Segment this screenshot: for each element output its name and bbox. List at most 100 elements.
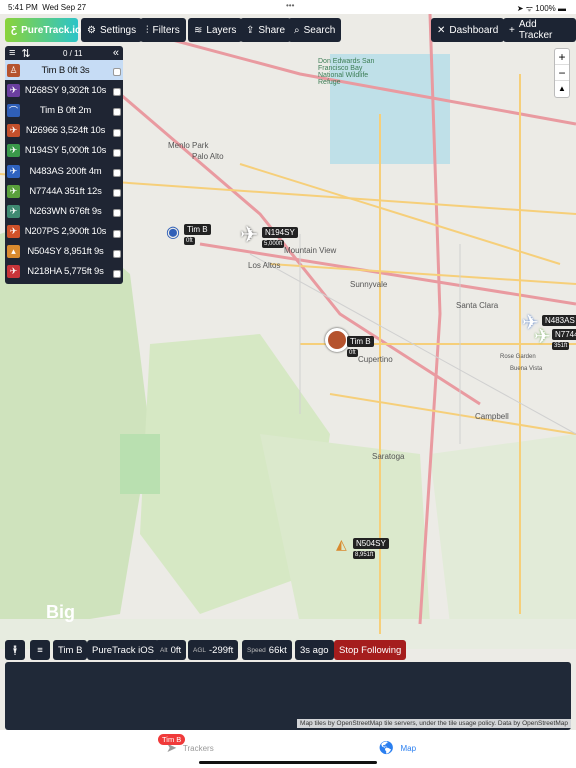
- tools-icon: ✕: [437, 24, 446, 36]
- marker-tim-b-paraglider[interactable]: ◉ Tim B 0ft: [166, 222, 211, 245]
- plane-icon: ✈: [7, 204, 20, 218]
- tracker-checkbox[interactable]: [113, 249, 121, 258]
- tracker-row[interactable]: ⌒ Tim B 0ft 2m: [5, 100, 123, 120]
- filters-button[interactable]: ⫶ Filters: [140, 18, 186, 42]
- zoom-out-button[interactable]: −: [555, 65, 569, 81]
- panel-header: ≡ ⇅ 0 / 11 «: [5, 46, 123, 60]
- tracker-checkbox[interactable]: [113, 128, 121, 137]
- menu-icon[interactable]: ≡: [9, 47, 15, 59]
- agl-readout: AGL -299ft: [188, 640, 239, 660]
- layers-button[interactable]: ≋ Layers: [188, 18, 243, 42]
- tracker-row[interactable]: ✈ N483AS 200ft 4m: [5, 161, 123, 181]
- plane-icon: ✈: [7, 144, 20, 158]
- layers-icon: ≋: [194, 24, 203, 36]
- puretrack-logo-button[interactable]: Ƹ PureTrack.io: [5, 18, 81, 42]
- tracker-row[interactable]: ✈ N7744A 351ft 12s: [5, 181, 123, 201]
- marker-n194sy[interactable]: ✈ N194SY 5,000ft: [240, 222, 298, 248]
- tracker-list-panel: ≡ ⇅ 0 / 11 « ♙ Tim B 0ft 3s ✈ N268SY 9,3…: [5, 46, 123, 284]
- globe-icon: 🌎︎: [378, 740, 395, 755]
- tracker-checkbox[interactable]: [113, 88, 121, 97]
- map-label: Don Edwards San Francisco Bay National W…: [318, 58, 375, 86]
- trackers-badge: Tim B: [158, 734, 186, 745]
- marker-n504sy[interactable]: ◭ N504SY 8,951ft: [336, 536, 389, 559]
- info-panel: Map tiles by OpenStreetMap tile servers,…: [5, 662, 571, 730]
- map-attribution[interactable]: Map tiles by OpenStreetMap tile servers,…: [297, 719, 571, 728]
- tracker-checkbox[interactable]: [113, 68, 121, 77]
- search-button[interactable]: ⌕ Search: [288, 18, 342, 42]
- zoom-control: + − ▲: [554, 48, 570, 98]
- map-label: Saratoga: [372, 452, 405, 461]
- tracker-row-text: N7744A 351ft 12s: [29, 185, 102, 197]
- menu-icon: ≡: [37, 644, 43, 656]
- map-label: Big: [46, 602, 75, 622]
- tracker-row-text: N194SY 5,000ft 10s: [24, 145, 107, 157]
- map-label: Buena Vista: [510, 366, 543, 372]
- status-time: 5:41 PM Wed Sep 27: [8, 3, 87, 12]
- person-icon: ♙: [7, 63, 20, 77]
- tracker-row-text: Tim B 0ft 3s: [41, 64, 90, 76]
- status-bar: 5:41 PM Wed Sep 27 ••• ➤ ᯤ 100% ▬: [0, 0, 576, 14]
- plane-icon: ✈: [7, 184, 20, 198]
- map-label: Los Altos: [248, 261, 281, 270]
- tracker-row-text: N263WN 676ft 9s: [29, 205, 102, 217]
- tracker-row[interactable]: ✈ N218HA 5,775ft 9s: [5, 262, 123, 282]
- paraglider-icon: ⌒: [7, 103, 20, 117]
- map-label: Santa Clara: [456, 301, 499, 310]
- paraglider-icon: ◉: [166, 224, 180, 241]
- plane-icon: ✈: [7, 164, 20, 178]
- tracker-checkbox[interactable]: [113, 108, 121, 117]
- plane-icon: ✈: [7, 225, 20, 239]
- stop-following-button[interactable]: Stop Following: [334, 640, 407, 660]
- speed-readout: Speed 66kt: [242, 640, 292, 660]
- share-button[interactable]: ⇪ Share: [240, 18, 292, 42]
- tracker-checkbox[interactable]: [113, 269, 121, 278]
- marker-tim-b-followed[interactable]: Tim B 0ft: [325, 328, 374, 357]
- tracker-row[interactable]: ✈ N26966 3,524ft 10s: [5, 121, 123, 141]
- tracker-checkbox[interactable]: [113, 148, 121, 157]
- tracker-checkbox[interactable]: [113, 229, 121, 238]
- tracker-row-text: N207PS 2,900ft 10s: [24, 226, 107, 238]
- sort-icon[interactable]: ⇅: [21, 47, 30, 60]
- plane-icon: ✈: [7, 83, 20, 97]
- add-tracker-button[interactable]: + Add Tracker: [503, 18, 576, 42]
- map-label: Sunnyvale: [350, 280, 388, 289]
- plus-icon: +: [509, 24, 515, 36]
- gear-icon: ⚙: [87, 24, 96, 36]
- tracker-row[interactable]: ♙ Tim B 0ft 3s: [5, 60, 123, 81]
- glider-icon: ◭: [336, 536, 347, 552]
- tracker-checkbox[interactable]: [113, 189, 121, 198]
- tracker-row[interactable]: ✈ N263WN 676ft 9s: [5, 201, 123, 221]
- share-icon: ⇪: [246, 24, 255, 36]
- settings-button[interactable]: ⚙ Settings: [81, 18, 143, 42]
- tracker-checkbox[interactable]: [113, 169, 121, 178]
- tracker-checkbox[interactable]: [113, 209, 121, 218]
- status-indicators: ➤ ᯤ 100% ▬: [516, 4, 566, 13]
- map-label: Campbell: [475, 412, 509, 421]
- collapse-icon[interactable]: «: [113, 47, 119, 59]
- tracker-type-button[interactable]: 🕴︎: [5, 640, 25, 660]
- tracker-row-text: N504SY 8,951ft 9s: [27, 246, 104, 258]
- tracker-name[interactable]: Tim B: [53, 640, 88, 660]
- home-indicator: [199, 761, 377, 764]
- sliders-icon: ⫶: [146, 24, 149, 36]
- tracker-row[interactable]: ✈ N194SY 5,000ft 10s: [5, 141, 123, 161]
- tracker-row[interactable]: ✈ N207PS 2,900ft 10s: [5, 222, 123, 242]
- compass-button[interactable]: ▲: [555, 81, 569, 97]
- map-label: Cupertino: [358, 355, 393, 364]
- tracker-row[interactable]: ✈ N268SY 9,302ft 10s: [5, 80, 123, 100]
- tracker-row-text: N26966 3,524ft 10s: [25, 125, 106, 137]
- map-label: Menlo Park: [168, 141, 209, 150]
- map-label: Rose Garden: [500, 354, 536, 360]
- multitask-dots[interactable]: •••: [286, 1, 294, 10]
- tab-map[interactable]: 🌎︎ Map: [378, 740, 416, 756]
- tracker-row[interactable]: ▴ N504SY 8,951ft 9s: [5, 242, 123, 262]
- last-update: 3s ago: [295, 640, 334, 660]
- map-label: Palo Alto: [192, 152, 224, 161]
- marker-n7744a[interactable]: ✈ N7744 351ft: [534, 324, 576, 350]
- dashboard-button[interactable]: ✕ Dashboard: [431, 18, 505, 42]
- zoom-in-button[interactable]: +: [555, 49, 569, 65]
- tracker-row-text: Tim B 0ft 2m: [39, 104, 92, 116]
- tracker-row-text: N218HA 5,775ft 9s: [27, 266, 104, 278]
- menu-button[interactable]: ≡: [30, 640, 50, 660]
- search-icon: ⌕: [294, 24, 300, 36]
